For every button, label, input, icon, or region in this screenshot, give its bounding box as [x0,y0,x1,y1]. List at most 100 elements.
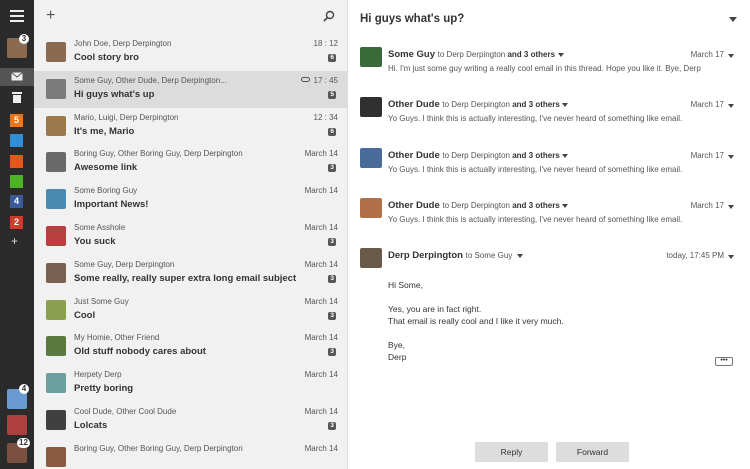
list-item[interactable]: John Doe, Derp Derpington Cool story bro 1… [34,34,348,71]
message-date: March 17 [690,200,724,210]
thread-count-badge: 5 [328,90,336,99]
list-item[interactable]: Boring Guy, Other Boring Guy, Derp Derpi… [34,439,348,469]
message-menu-icon[interactable] [728,104,734,109]
body-line [388,327,564,339]
sender-avatar [46,42,66,62]
forward-button[interactable]: Forward [556,442,629,462]
item-subject: Awesome link [74,162,138,174]
trash-icon[interactable] [12,92,22,103]
item-time: March 14 [304,443,338,453]
message-menu-icon[interactable] [728,54,734,58]
folder-3[interactable] [10,154,23,168]
item-subject: Pretty boring [74,383,134,395]
sender-avatar [360,47,382,67]
thread-message[interactable]: Other Dude to Derp Derpington and 3 othe… [360,97,740,127]
folder-2[interactable] [10,134,23,148]
message-body: Hi Some, Yes, you are in fact right. That … [388,279,564,363]
list-item[interactable]: Some Guy, Derp Derpington Some really, re… [34,255,348,292]
item-from: Boring Guy, Other Boring Guy, Derp Derpi… [74,149,243,159]
list-item[interactable]: Some Guy, Other Dude, Derp Derpington...… [34,70,348,108]
folder-5[interactable]: 4 [10,195,23,209]
thread-count-badge: 3 [328,348,336,357]
item-time: March 14 [304,186,338,196]
compose-button[interactable]: + [46,7,55,25]
add-folder-icon[interactable]: + [11,234,18,248]
sender-avatar [46,446,66,467]
sender-avatar [46,78,66,99]
item-time: March 14 [304,407,338,416]
others-link[interactable]: and 3 others [512,151,560,160]
sender-name: Other Dude [388,99,440,111]
item-time: 12 : 34 [313,112,338,122]
body-line: That email is really cool and I like it … [388,316,564,326]
menu-icon[interactable] [10,10,24,22]
item-subject: It's me, Mario [74,125,135,137]
message-list: + John Doe, Derp Derpington Cool story br… [34,0,348,469]
sender-line: Other Dude to Derp Derpington and 3 othe… [388,99,569,111]
sender-name: Other Dude [388,149,440,161]
recipient-dropdown-icon[interactable] [557,53,564,57]
list-item[interactable]: Herpety Derp Pretty boring March 14 [34,365,348,402]
sender-avatar [46,262,66,283]
item-subject: Cool [74,309,96,321]
item-from: John Doe, Derp Derpington [74,39,172,48]
more-options-button[interactable]: ••• [715,357,733,366]
others-link[interactable]: and 3 others [512,201,560,210]
sender-line: Other Dude to Derp Derpington and 3 othe… [388,200,569,211]
open-message: Derp Derpington to Some Guy today, 17:45… [360,248,740,268]
list-item[interactable]: Some Boring Guy Important News! March 14 [34,181,348,218]
recipient: to Derp Derpington and 3 others [442,200,560,210]
list-item[interactable]: Mario, Luigi, Derp Derpington It's me, Ma… [34,108,348,145]
message-date: March 17 [690,100,724,110]
sender-avatar [360,97,382,118]
reply-button[interactable]: Reply [475,442,548,462]
recipient: to Derp Derpington and 3 others [442,100,560,110]
list-item[interactable]: Cool Dude, Other Cool Dude Lolcats March 1… [34,402,348,439]
item-time: 18 : 12 [313,39,338,48]
sender-line[interactable]: Derp Derpington to Some Guy [388,250,523,261]
thread-message[interactable]: Other Dude to Derp Derpington and 3 othe… [360,147,740,178]
message-menu-icon[interactable] [728,255,734,259]
sender-avatar [46,373,66,394]
body-line [388,291,564,303]
folder-1[interactable]: 5 [10,114,23,127]
sender-avatar [46,336,66,357]
recipient-dropdown-icon[interactable] [516,254,523,258]
item-from: Mario, Luigi, Derp Derpington [74,112,179,122]
body-line: Yes, you are in fact right. [388,304,482,314]
item-subject: Some really, really super extra long ema… [74,272,297,284]
sender-avatar [360,147,382,168]
body-line: Hi Some, [388,280,423,290]
thread-message[interactable]: Some Guy to Derp Derpington and 3 others… [360,47,740,77]
search-icon[interactable] [323,10,335,22]
message-snippet: Yo Guys. I think this is actually intere… [388,164,683,174]
others-link[interactable]: and 3 others [512,100,560,109]
message-menu-icon[interactable] [728,154,734,159]
body-line: Bye, [388,340,406,350]
folder-6[interactable]: 2 [10,215,23,229]
folder-4[interactable] [10,174,23,188]
list-item[interactable]: Some Asshole You suck March 14 3 [34,218,348,255]
recipient: to Derp Derpington and 3 others [442,150,560,160]
thread-menu-icon[interactable] [729,17,737,22]
others-link[interactable]: and 3 others [507,50,555,59]
sender-avatar [360,197,382,218]
mail-icon[interactable] [11,72,23,81]
thread-message[interactable]: Other Dude to Derp Derpington and 3 othe… [360,197,740,228]
recipient-dropdown-icon[interactable] [562,203,569,208]
recipient-dropdown-icon[interactable] [562,153,569,158]
list-item[interactable]: My Homie, Other Friend Old stuff nobody c… [34,328,348,365]
recipient-dropdown-icon[interactable] [562,103,569,108]
attachment-icon [301,76,310,82]
message-menu-icon[interactable] [728,204,734,209]
list-item[interactable]: Just Some Guy Cool March 14 3 [34,292,348,329]
item-subject: Hi guys what's up [74,88,155,100]
item-time: March 14 [304,370,338,380]
item-time: March 14 [304,223,338,232]
contact-avatar-2[interactable] [7,415,27,435]
thread-title: Hi guys what's up? [360,13,465,25]
item-subject: You suck [74,236,116,247]
list-header: + [34,0,347,34]
item-from: Some Guy, Derp Derpington [74,259,175,269]
list-item[interactable]: Boring Guy, Other Boring Guy, Derp Derpi… [34,144,348,181]
